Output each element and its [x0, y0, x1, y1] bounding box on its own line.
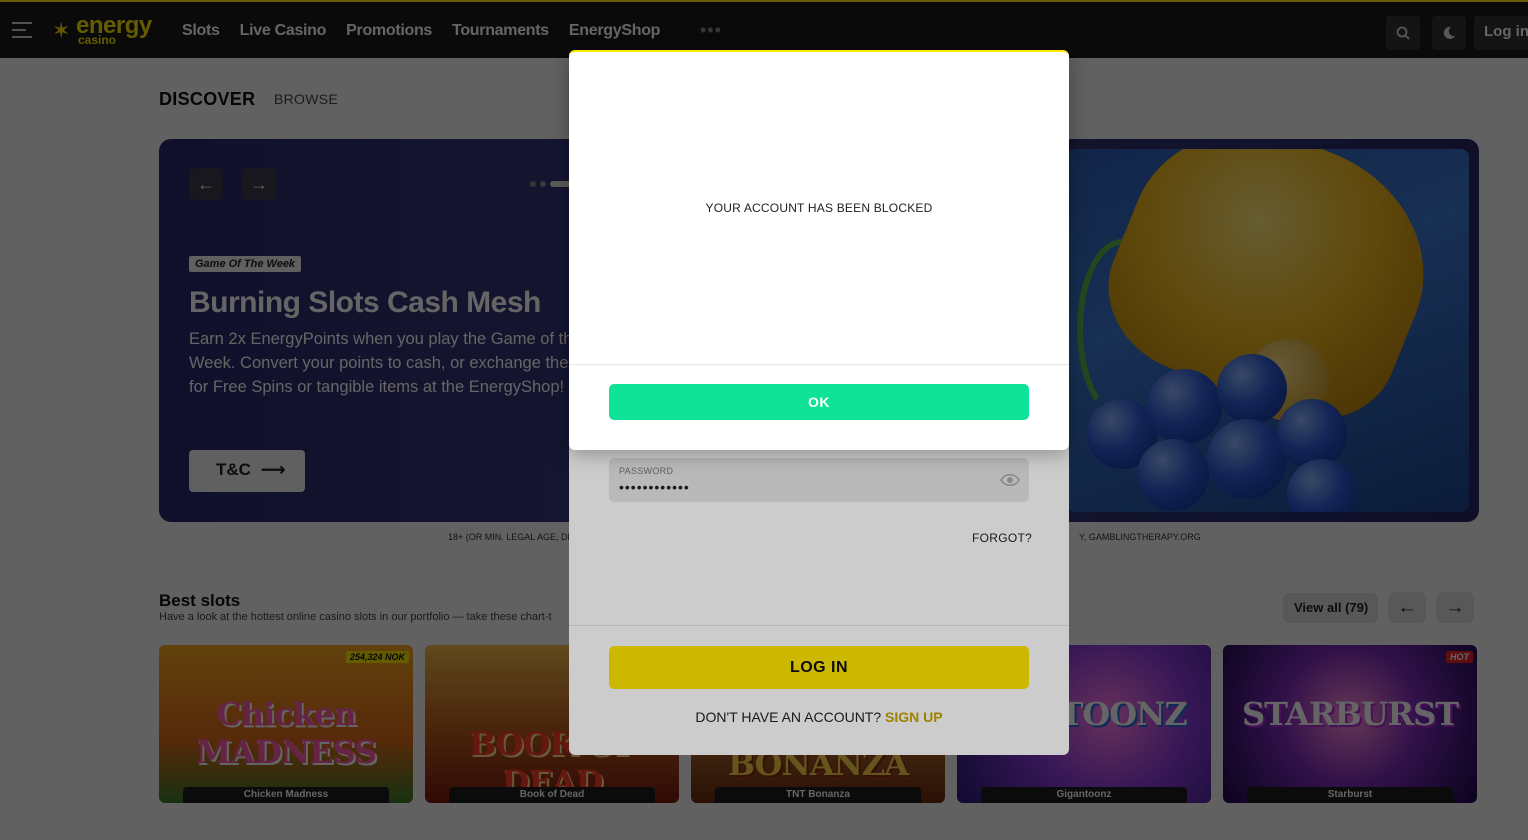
account-blocked-dialog: YOUR ACCOUNT HAS BEEN BLOCKED OK	[569, 50, 1069, 450]
divider	[569, 364, 1069, 365]
ok-button[interactable]: OK	[609, 384, 1029, 420]
dialog-message: YOUR ACCOUNT HAS BEEN BLOCKED	[705, 201, 933, 215]
